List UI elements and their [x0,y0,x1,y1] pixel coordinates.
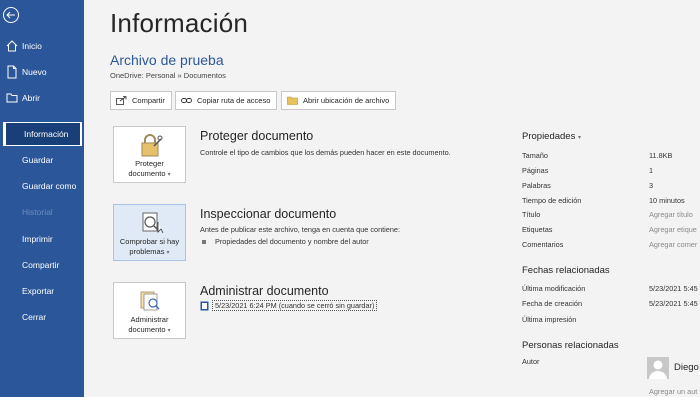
sidebar-item-imprimir[interactable]: Imprimir [0,227,84,251]
sidebar-item-abrir[interactable]: Abrir [0,86,84,110]
sidebar-item-exportar[interactable]: Exportar [0,279,84,303]
sidebar-item-nuevo[interactable]: Nuevo [0,60,84,84]
sidebar-item-compartir[interactable]: Compartir [0,253,84,277]
sidebar-item-guardar[interactable]: Guardar [0,148,84,172]
dates-heading: Fechas relacionadas [522,265,610,276]
manage-document-icon [140,291,160,311]
share-button-label: Compartir [132,96,165,105]
prop-label: Última impresión [522,315,577,324]
open-location-button-label: Abrir ubicación de archivo [303,96,390,105]
backstage-sidebar: Inicio Nuevo Abrir Información Guardar G… [0,0,84,397]
manage-document-button[interactable]: Administrar documento ▾ [113,282,186,339]
card-label: Proteger [135,159,164,168]
avatar [647,357,669,379]
prop-value: 10 minutos [649,196,685,205]
share-icon [116,96,127,105]
sidebar-item-label: Información [24,129,69,139]
lock-icon [141,134,163,157]
inspect-document-icon [142,212,164,234]
version-item[interactable]: 5/23/2021 6:24 PM (cuando se cerró sin g… [200,300,378,311]
sidebar-item-label: Imprimir [22,234,53,244]
prop-value: 5/23/2021 5:45 [649,299,698,308]
copy-path-button-label: Copiar ruta de acceso [197,96,271,105]
inspect-description: Antes de publicar este archivo, tenga en… [200,225,400,234]
breadcrumb: OneDrive: Personal » Documentos [110,71,226,80]
sidebar-item-label: Historial [22,207,53,217]
title-field[interactable]: Agregar título [649,210,693,219]
home-icon [6,40,18,52]
new-document-icon [7,65,17,79]
sidebar-item-label: Guardar [22,155,54,165]
sidebar-item-label: Compartir [22,260,60,270]
prop-value: 5/23/2021 5:45 [649,284,698,293]
prop-value: 1 [649,166,654,175]
sidebar-item-label: Cerrar [22,312,47,322]
word-document-icon [200,301,209,310]
people-heading: Personas relacionadas [522,340,619,351]
sidebar-item-historial: Historial [0,200,84,224]
folder-open-icon [6,93,18,103]
sidebar-item-label: Nuevo [22,67,47,77]
comments-field[interactable]: Agregar comer [649,240,697,249]
card-label: Comprobar si hay [119,237,180,246]
sidebar-item-guardar-como[interactable]: Guardar como [0,174,84,198]
card-label: documento ▾ [128,169,171,178]
prop-value: 3 [649,181,654,190]
open-location-button[interactable]: Abrir ubicación de archivo [281,91,397,110]
card-label: problemas ▾ [129,247,170,256]
link-icon [181,98,192,103]
sidebar-item-informacion[interactable]: Información [3,122,82,146]
back-arrow-icon[interactable] [2,6,20,24]
add-author-field[interactable]: Agregar un aut [649,387,697,396]
protect-title: Proteger documento [200,129,314,143]
card-label: documento ▾ [128,325,171,334]
sidebar-item-label: Exportar [22,286,55,296]
inspect-bullet: Propiedades del documento y nombre del a… [202,237,369,246]
file-name: Archivo de prueba [110,52,224,68]
sidebar-item-label: Inicio [22,41,42,51]
author-name[interactable]: Diego [674,362,699,373]
prop-label: Tamaño [522,151,548,160]
check-issues-button[interactable]: Comprobar si hay problemas ▾ [113,204,186,261]
prop-label: Páginas [522,166,549,175]
sidebar-item-label: Guardar como [22,181,77,191]
copy-path-button[interactable]: Copiar ruta de acceso [175,91,278,110]
share-button[interactable]: Compartir [110,91,172,110]
sidebar-item-inicio[interactable]: Inicio [0,34,84,58]
info-panel: Información Archivo de prueba OneDrive: … [84,0,700,397]
person-icon [649,360,667,379]
sidebar-item-cerrar[interactable]: Cerrar [0,305,84,329]
page-title: Información [110,8,249,38]
folder-icon [287,96,298,105]
card-label: Administrar [130,315,169,324]
prop-value: 11.8KB [649,151,673,160]
tags-field[interactable]: Agregar etique [649,225,697,234]
protect-document-button[interactable]: Proteger documento ▾ [113,126,186,183]
sidebar-item-label: Abrir [22,93,40,103]
prop-label: Palabras [522,181,551,190]
protect-description: Controle el tipo de cambios que los demá… [200,148,451,157]
version-label: 5/23/2021 6:24 PM (cuando se cerró sin g… [212,300,378,311]
properties-heading[interactable]: Propiedades ▾ [522,131,581,142]
inspect-title: Inspeccionar documento [200,207,337,221]
manage-title: Administrar documento [200,284,329,298]
